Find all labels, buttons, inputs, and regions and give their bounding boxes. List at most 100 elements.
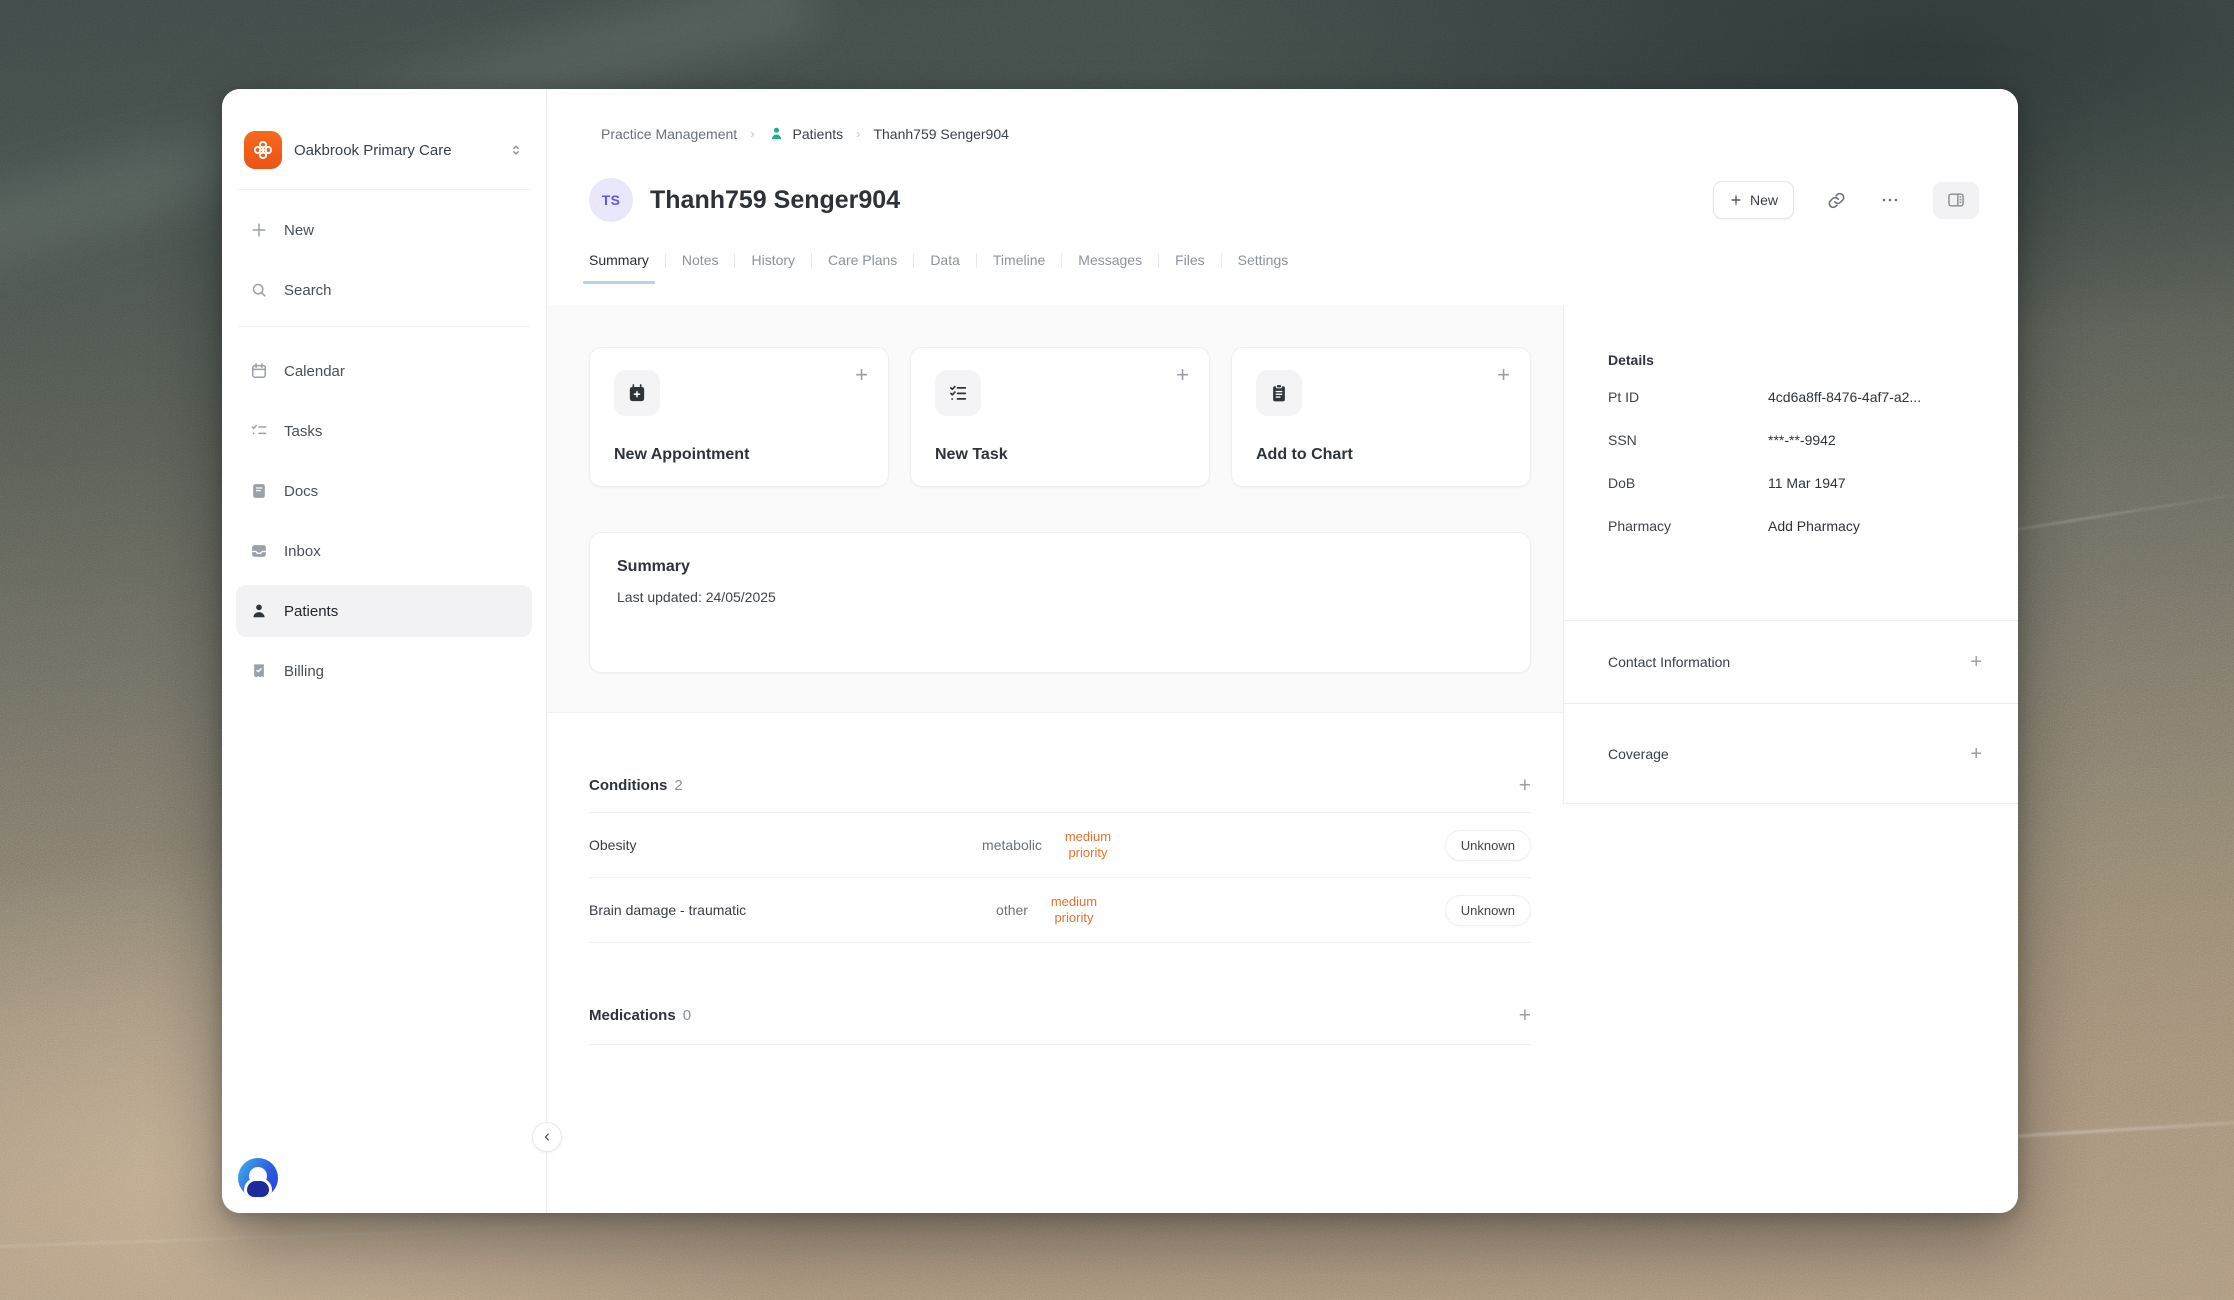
patient-teal-icon [768, 125, 785, 142]
tab-care-plans[interactable]: Care Plans [828, 252, 897, 284]
plus-icon [1729, 193, 1743, 207]
tab-notes[interactable]: Notes [682, 252, 719, 284]
page-title: Thanh759 Senger904 [650, 186, 1713, 215]
new-button-label: New [1750, 192, 1778, 208]
tab-history[interactable]: History [751, 252, 795, 284]
chat-assistant-widget[interactable] [238, 1158, 278, 1198]
sidebar-item-billing[interactable]: Billing [236, 645, 532, 697]
dob-value[interactable]: 11 Mar 1947 [1768, 475, 1846, 491]
add-pharmacy-link[interactable]: Add Pharmacy [1768, 518, 1860, 534]
add-to-chart-card[interactable]: + Add to Chart [1231, 347, 1531, 487]
add-medication-button[interactable]: + [1519, 1005, 1531, 1026]
details-panel: Details Pt ID 4cd6a8ff-8476-4af7-a2... S… [1563, 305, 2018, 1213]
breadcrumb-patients[interactable]: Patients [768, 125, 844, 142]
tab-timeline[interactable]: Timeline [993, 252, 1045, 284]
contact-information-title: Contact Information [1608, 654, 1730, 670]
details-section: Details Pt ID 4cd6a8ff-8476-4af7-a2... S… [1564, 305, 2018, 620]
tab-summary[interactable]: Summary [589, 252, 649, 284]
sidebar-item-docs[interactable]: Docs [236, 465, 532, 517]
sidebar-item-patients[interactable]: Patients [236, 585, 532, 637]
new-appointment-card[interactable]: + New Appointment [589, 347, 889, 487]
sidebar-item-label: New [284, 222, 314, 239]
chevron-right-icon: › [856, 126, 860, 141]
workspace-caret-icon [508, 142, 524, 158]
breadcrumb-current: Thanh759 Senger904 [873, 126, 1008, 142]
new-task-card[interactable]: + New Task [910, 347, 1210, 487]
coverage-title: Coverage [1608, 746, 1669, 762]
tab-settings[interactable]: Settings [1238, 252, 1289, 284]
sidebar-item-new[interactable]: New [236, 204, 532, 256]
condition-name: Obesity [589, 837, 982, 853]
patient-id-value[interactable]: 4cd6a8ff-8476-4af7-a2... [1768, 389, 1921, 405]
chat-avatar-body [247, 1181, 269, 1197]
condition-status-badge[interactable]: Unknown [1445, 895, 1531, 926]
conditions-count: 2 [674, 777, 682, 794]
clover-logo-icon [251, 138, 275, 162]
sidebar-item-tasks[interactable]: Tasks [236, 405, 532, 457]
sidebar-item-label: Calendar [284, 363, 345, 380]
workspace-logo [244, 131, 282, 169]
billing-icon [248, 660, 270, 682]
condition-row[interactable]: Brain damage - traumatic other medium pr… [589, 878, 1531, 943]
add-condition-button[interactable]: + [1519, 775, 1531, 796]
workspace-switcher[interactable]: Oakbrook Primary Care [222, 89, 546, 181]
task-list-icon [935, 370, 981, 416]
breadcrumb-root[interactable]: Practice Management [601, 126, 737, 142]
copy-link-button[interactable] [1826, 190, 1847, 211]
sidebar-divider [238, 189, 530, 190]
sidebar: Oakbrook Primary Care New Search [222, 89, 547, 1213]
docs-icon [248, 480, 270, 502]
link-icon [1826, 190, 1847, 211]
sidebar-item-label: Billing [284, 663, 324, 680]
medications-header: Medications 0 + [589, 1005, 1531, 1045]
sidebar-item-search[interactable]: Search [236, 264, 532, 316]
inbox-icon [248, 540, 270, 562]
add-coverage-button[interactable]: + [1970, 744, 1982, 764]
patients-icon [248, 600, 270, 622]
search-icon [248, 279, 270, 301]
summary-tab-content: + New Appointment + New Task [547, 305, 1563, 1213]
detail-label: Pt ID [1608, 389, 1768, 405]
ssn-value[interactable]: ***-**-9942 [1768, 432, 1836, 448]
tab-divider [1061, 253, 1062, 268]
sidebar-item-label: Search [284, 282, 332, 299]
chevron-left-icon [541, 1131, 553, 1143]
tasks-icon [248, 420, 270, 442]
detail-label: Pharmacy [1608, 518, 1768, 534]
sidebar-item-inbox[interactable]: Inbox [236, 525, 532, 577]
conditions-section: Conditions 2 + Obesity metabolic medium … [589, 775, 1531, 943]
tab-divider [811, 253, 812, 268]
tab-divider [976, 253, 977, 268]
tab-divider [1158, 253, 1159, 268]
conditions-header: Conditions 2 + [589, 775, 1531, 813]
tab-data[interactable]: Data [930, 252, 960, 284]
sidebar-item-label: Patients [284, 603, 338, 620]
detail-row-pt-id: Pt ID 4cd6a8ff-8476-4af7-a2... [1608, 389, 1982, 405]
condition-priority: medium priority [1052, 829, 1124, 860]
tab-divider [1221, 253, 1222, 268]
patient-avatar: TS [589, 178, 633, 222]
tab-messages[interactable]: Messages [1078, 252, 1142, 284]
condition-row[interactable]: Obesity metabolic medium priority Unknow… [589, 813, 1531, 878]
detail-row-ssn: SSN ***-**-9942 [1608, 432, 1982, 448]
content-row: + New Appointment + New Task [547, 305, 2018, 1213]
tab-files[interactable]: Files [1175, 252, 1205, 284]
calendar-plus-icon [614, 370, 660, 416]
condition-priority: medium priority [1038, 894, 1110, 925]
plus-icon: + [855, 364, 868, 386]
page-header: Practice Management › Patients › Thanh75… [547, 89, 2018, 305]
sidebar-collapse-button[interactable] [532, 1122, 562, 1152]
detail-label: DoB [1608, 475, 1768, 491]
new-button[interactable]: New [1713, 181, 1794, 219]
medications-count: 0 [683, 1007, 691, 1024]
sidebar-item-calendar[interactable]: Calendar [236, 345, 532, 397]
more-options-button[interactable] [1879, 189, 1901, 211]
quick-action-label: Add to Chart [1256, 446, 1353, 464]
toggle-right-panel-button[interactable] [1933, 182, 1979, 219]
add-contact-info-button[interactable]: + [1970, 652, 1982, 672]
condition-status-badge[interactable]: Unknown [1445, 830, 1531, 861]
detail-row-dob: DoB 11 Mar 1947 [1608, 475, 1982, 491]
plus-icon: + [1176, 364, 1189, 386]
sidebar-divider [238, 326, 530, 327]
detail-rows: Pt ID 4cd6a8ff-8476-4af7-a2... SSN ***-*… [1608, 389, 1982, 534]
